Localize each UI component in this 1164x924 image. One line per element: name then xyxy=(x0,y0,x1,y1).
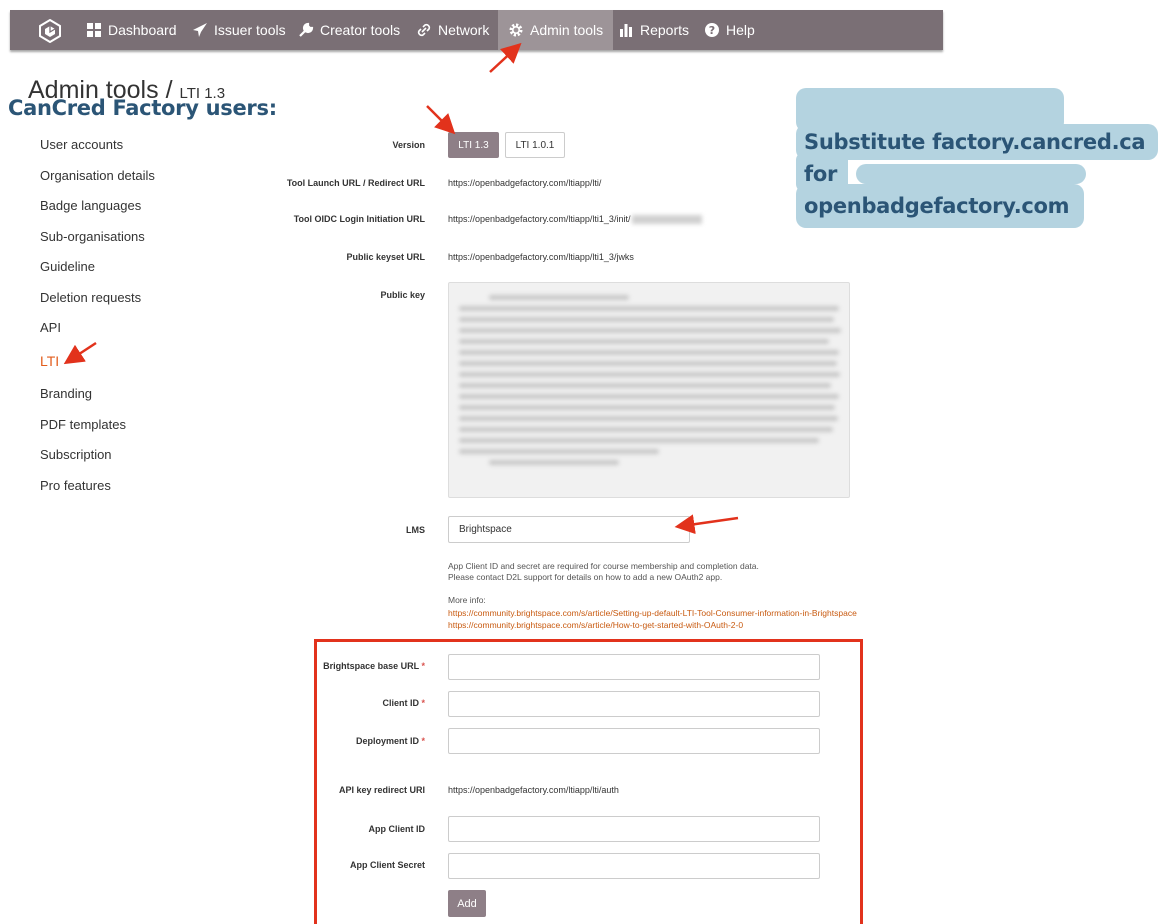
arrow-to-lms-select xyxy=(674,514,739,535)
arrow-to-version-button xyxy=(426,105,456,135)
arrow-to-lti-sidebar xyxy=(63,341,97,365)
annotation-arrows xyxy=(63,42,739,535)
arrow-to-admin-tools xyxy=(489,42,522,73)
